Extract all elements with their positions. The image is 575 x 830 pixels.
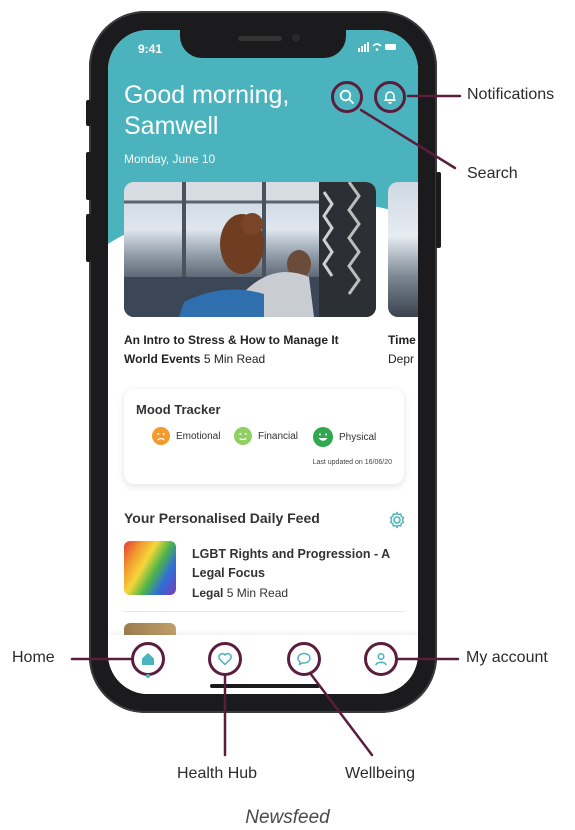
gear-icon[interactable]	[388, 511, 406, 529]
phone-volume-down	[86, 214, 91, 262]
callout-my-account: My account	[466, 649, 548, 666]
callout-notifications: Notifications	[467, 86, 555, 103]
phone-power-button	[436, 172, 441, 248]
mood-item-financial[interactable]: Financial	[234, 427, 298, 445]
neutral-face-icon	[234, 427, 252, 445]
figure-caption: Newsfeed	[245, 807, 330, 828]
mood-label-physical: Physical	[339, 431, 377, 443]
feed-item-category: Legal	[192, 586, 224, 600]
feed-title: Your Personalised Daily Feed	[124, 510, 320, 526]
chat-bubble-icon	[297, 652, 311, 666]
callout-search: Search	[467, 165, 518, 182]
status-time: 9:41	[138, 42, 163, 56]
heart-icon	[218, 652, 232, 666]
phone-mute-switch	[86, 100, 91, 126]
feed-item-meta: Legal 5 Min Read	[192, 586, 288, 600]
home-icon	[142, 653, 154, 665]
article-card-image[interactable]	[124, 182, 376, 317]
callout-home: Home	[12, 649, 55, 666]
mood-item-emotional[interactable]: Emotional	[152, 427, 220, 445]
mood-tracker-card[interactable]: Mood Tracker Emotional Financial Physica…	[124, 389, 404, 484]
article-title[interactable]: An Intro to Stress & How to Manage It	[124, 333, 339, 347]
sad-face-icon	[152, 427, 170, 445]
notifications-button[interactable]	[374, 81, 406, 113]
article-photo	[124, 182, 376, 317]
bell-icon	[384, 91, 396, 104]
app-screen: 9:41 Good morning, Samwell Monday, June …	[108, 30, 418, 694]
article-category-2: Depr	[388, 352, 415, 366]
article-card-image-2[interactable]	[388, 182, 418, 317]
signal-wifi-battery-icon	[358, 42, 396, 52]
nav-wellbeing-button[interactable]	[287, 642, 321, 676]
phone-notch	[180, 30, 346, 58]
mood-tracker-title: Mood Tracker	[136, 402, 221, 417]
home-indicator	[210, 684, 320, 688]
feed-item-thumbnail[interactable]	[124, 541, 176, 595]
phone-volume-up	[86, 152, 91, 200]
article-category: World Events	[124, 352, 201, 366]
header-date: Monday, June 10	[124, 152, 216, 166]
status-icons	[358, 42, 398, 55]
nav-home-button[interactable]	[131, 642, 165, 676]
article-read-time: 5 Min Read	[203, 352, 266, 366]
callout-wellbeing: Wellbeing	[345, 765, 415, 782]
feed-item-read-time: 5 Min Read	[226, 586, 289, 600]
callout-health-hub: Health Hub	[177, 765, 258, 782]
search-icon	[339, 89, 354, 104]
article-meta: World Events 5 Min Read	[124, 352, 265, 366]
nav-my-account-button[interactable]	[364, 642, 398, 676]
mood-label-emotional: Emotional	[176, 430, 221, 442]
greeting-title: Good morning, Samwell	[124, 81, 290, 140]
article-title-2[interactable]: Time	[388, 333, 416, 347]
nav-active-dot	[146, 674, 150, 678]
feed-item-title[interactable]: LGBT Rights and Progression - A Legal Fo…	[192, 545, 407, 583]
mood-label-financial: Financial	[258, 430, 299, 442]
mood-item-physical[interactable]: Physical	[313, 427, 376, 447]
search-button[interactable]	[331, 81, 363, 113]
happy-face-icon	[313, 427, 333, 447]
user-icon	[375, 652, 387, 666]
feed-divider	[124, 611, 404, 612]
mood-last-updated: Last updated on 16/06/20	[312, 459, 392, 466]
nav-health-hub-button[interactable]	[208, 642, 242, 676]
